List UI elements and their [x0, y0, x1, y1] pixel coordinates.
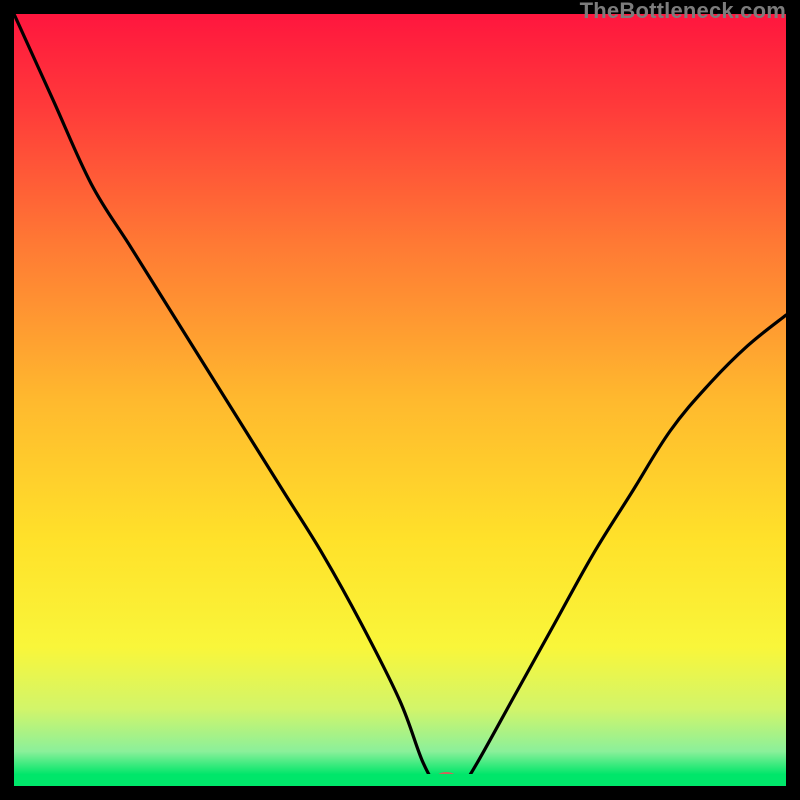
- gradient-background: [14, 14, 786, 786]
- chart-frame: [14, 14, 786, 786]
- bottleneck-plot: [14, 14, 786, 786]
- watermark-text: TheBottleneck.com: [580, 0, 786, 22]
- baseline-strip: [14, 774, 786, 786]
